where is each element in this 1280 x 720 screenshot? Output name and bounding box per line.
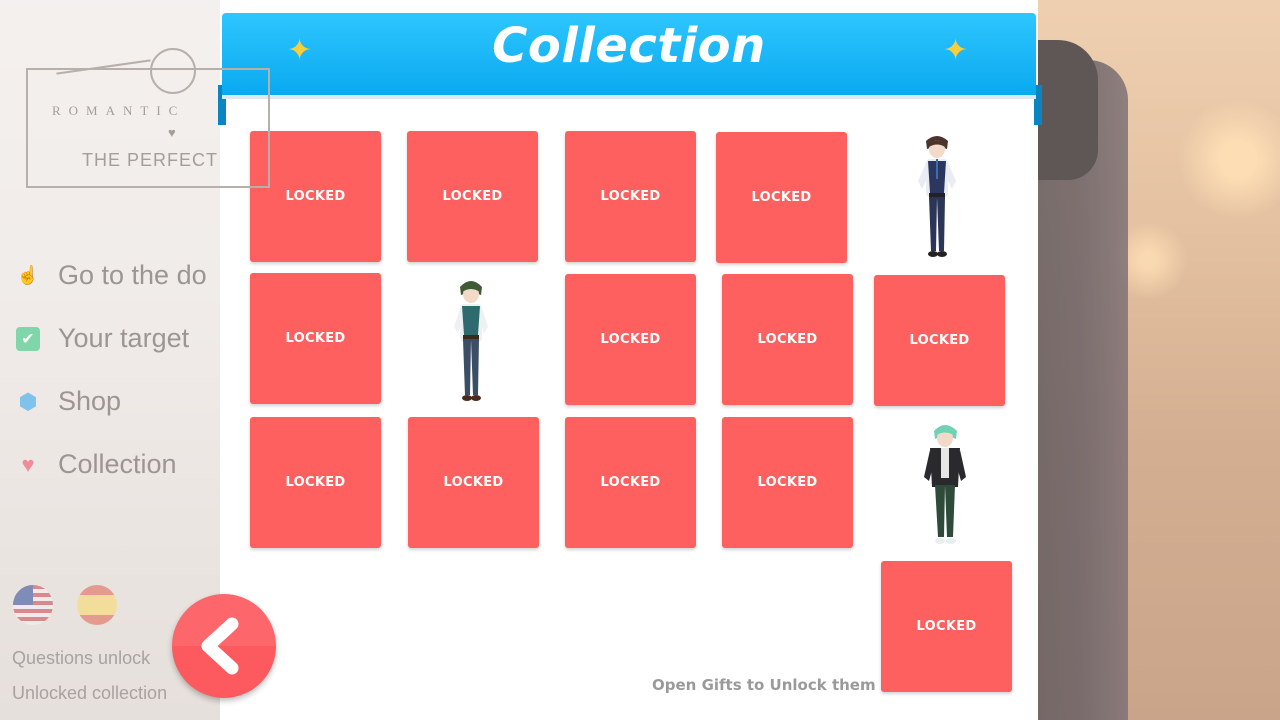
menu-item-go-to[interactable]: ☝ Go to the do (16, 260, 207, 291)
collection-item-locked[interactable]: LOCKED (407, 131, 538, 262)
locked-label: LOCKED (757, 475, 818, 490)
locked-label: LOCKED (285, 189, 346, 204)
locked-label: LOCKED (909, 333, 970, 348)
footer-line1: Questions unlock (12, 648, 151, 668)
menu-item-collection[interactable]: ♥ Collection (16, 449, 177, 480)
hand-icon: ☝ (16, 265, 40, 285)
collection-item-locked[interactable]: LOCKED (881, 561, 1012, 692)
collection-item-unlocked-character[interactable] (912, 133, 962, 264)
collection-item-unlocked-character[interactable] (450, 277, 492, 408)
collection-item-locked[interactable]: LOCKED (565, 131, 696, 262)
logo-line1: ROMANTIC (52, 103, 186, 118)
sparkle-icon: ✦ (287, 34, 313, 67)
logo-heart-icon: ♥ (168, 125, 176, 140)
locked-label: LOCKED (600, 475, 661, 490)
menu-item-label: Collection (58, 449, 177, 479)
character-brown-hair-icon (918, 136, 956, 257)
chevron-left-icon (201, 617, 239, 675)
collection-item-locked[interactable]: LOCKED (722, 274, 853, 405)
locked-label: LOCKED (285, 331, 346, 346)
footer-line2: Unlocked collection (12, 683, 168, 703)
spanish-flag-button[interactable] (77, 585, 117, 625)
menu-item-label: Your target (58, 323, 190, 353)
locked-label: LOCKED (442, 189, 503, 204)
collection-item-unlocked-character[interactable] (920, 421, 970, 552)
character-green-hair-icon (454, 281, 488, 401)
menu-item-shop[interactable]: ⬢ Shop (16, 386, 121, 417)
collection-item-locked[interactable]: LOCKED (250, 273, 381, 404)
locked-label: LOCKED (751, 190, 812, 205)
collection-item-locked[interactable]: LOCKED (874, 275, 1005, 406)
locked-label: LOCKED (600, 332, 661, 347)
locked-label: LOCKED (285, 475, 346, 490)
unlock-hint: Open Gifts to Unlock them (652, 676, 876, 694)
collection-item-locked[interactable]: LOCKED (250, 417, 381, 548)
collection-item-locked[interactable]: LOCKED (565, 274, 696, 405)
collection-item-locked[interactable]: LOCKED (716, 132, 847, 263)
english-flag-button[interactable] (13, 585, 53, 625)
locked-label: LOCKED (916, 619, 977, 634)
menu-item-label: Shop (58, 386, 122, 416)
locked-label: LOCKED (757, 332, 818, 347)
back-button[interactable] (172, 594, 276, 698)
page-title: Collection (492, 18, 766, 74)
sparkle-icon: ✦ (943, 34, 969, 67)
rose-icon (150, 48, 196, 94)
menu-item-label: Go to the do (58, 260, 207, 290)
locked-label: LOCKED (443, 475, 504, 490)
background-right (1038, 0, 1280, 720)
collection-item-locked[interactable]: LOCKED (565, 417, 696, 548)
gem-icon: ⬢ (18, 388, 38, 414)
heart-icon: ♥ (21, 451, 35, 477)
menu-item-target[interactable]: ✔ Your target (16, 323, 189, 354)
collection-item-locked[interactable]: LOCKED (408, 417, 539, 548)
checkbox-icon: ✔ (16, 326, 40, 351)
locked-label: LOCKED (600, 189, 661, 204)
character-mint-hair-icon (924, 425, 966, 544)
logo-line2: THE PERFECT (82, 150, 219, 170)
collection-item-locked[interactable]: LOCKED (722, 417, 853, 548)
